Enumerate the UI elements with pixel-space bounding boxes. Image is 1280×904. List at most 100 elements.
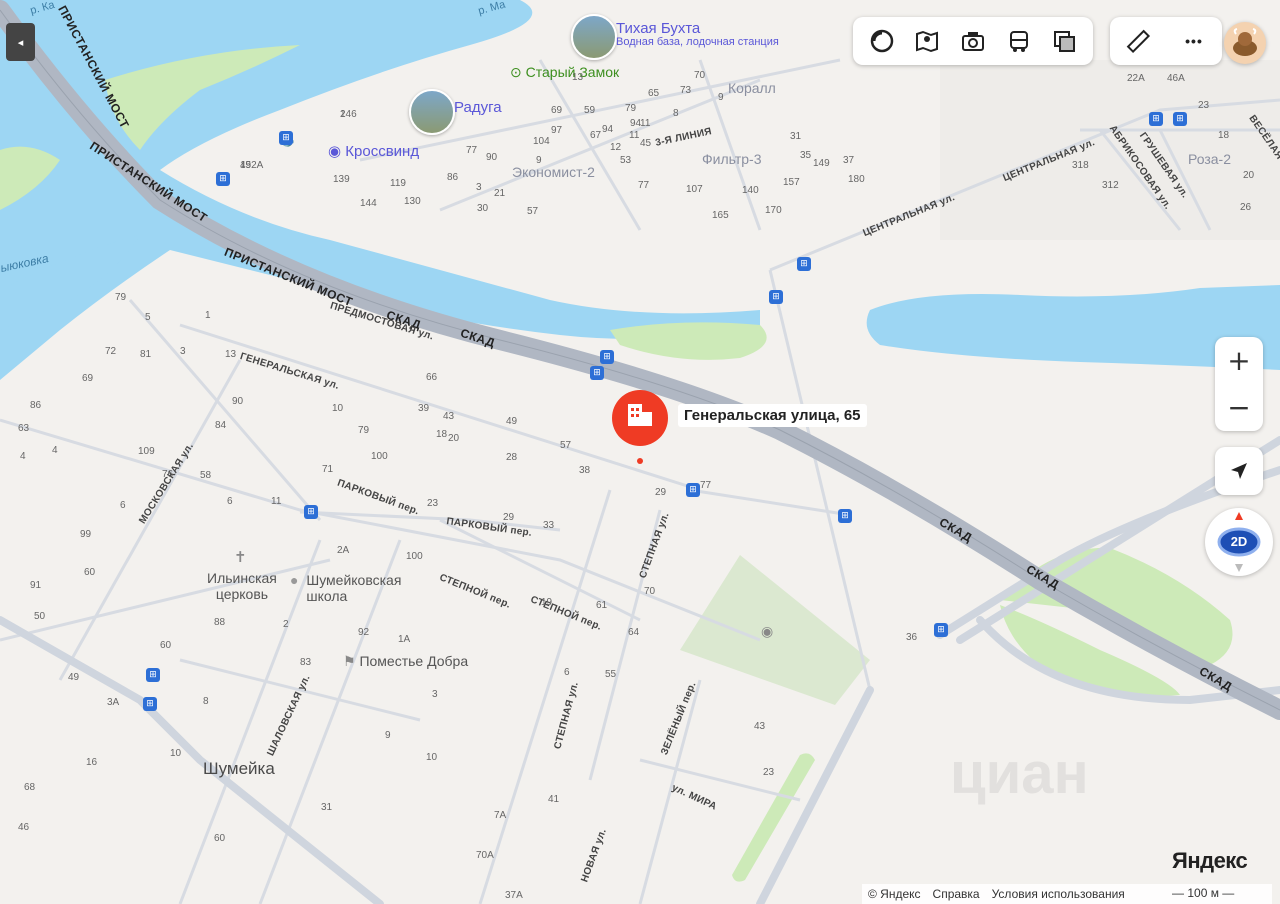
panorama-icon[interactable] xyxy=(958,26,988,56)
poi-school[interactable]: ● Шумейковская школа xyxy=(290,572,401,604)
house-number: 88 xyxy=(214,617,226,628)
house-number: 60 xyxy=(84,567,96,578)
house-number: 20 xyxy=(1243,170,1255,181)
poi-church[interactable]: Ильинская церковь xyxy=(207,570,277,602)
house-number: 90 xyxy=(486,152,498,163)
house-number: 170 xyxy=(765,205,782,216)
copyright-link[interactable]: © Яндекс xyxy=(868,887,921,901)
zoom-in-button[interactable]: + xyxy=(1215,337,1263,384)
map-mode-icon[interactable] xyxy=(912,26,942,56)
house-number: 86 xyxy=(30,400,42,411)
poi-krossvind[interactable]: ◉ Кроссвинд xyxy=(328,142,419,160)
bus-stop-icon[interactable]: ⊞ xyxy=(279,131,293,145)
bus-stop-icon[interactable]: ⊞ xyxy=(590,366,604,380)
house-number: 100 xyxy=(406,551,423,562)
house-number: 3 xyxy=(432,689,438,700)
house-number: 59 xyxy=(584,105,596,116)
bus-stop-icon[interactable]: ⊞ xyxy=(143,697,157,711)
district-label-roza2: Роза-2 xyxy=(1188,151,1232,167)
house-number: 180 xyxy=(848,174,865,185)
house-number: 19 xyxy=(541,597,553,608)
house-number: 6 xyxy=(227,496,233,507)
castle-icon: ⊙ xyxy=(510,64,526,80)
bus-stop-icon[interactable]: ⊞ xyxy=(838,509,852,523)
house-number: 149 xyxy=(813,158,830,169)
zoom-controls: + − xyxy=(1215,337,1263,431)
map-toolbar-secondary: ••• xyxy=(1110,17,1222,65)
house-number: 10 xyxy=(426,752,438,763)
house-number: 10 xyxy=(332,403,344,414)
layers-icon[interactable] xyxy=(867,26,897,56)
house-number: 9 xyxy=(536,155,542,166)
bus-stop-icon[interactable]: ⊞ xyxy=(934,623,948,637)
compass-control[interactable]: 2D xyxy=(1205,508,1273,576)
bus-stop-icon[interactable]: ⊞ xyxy=(797,257,811,271)
more-icon[interactable]: ••• xyxy=(1179,26,1209,56)
poi-pomestye-dobra[interactable]: ⚑ Поместье Добра xyxy=(343,653,468,670)
watermark: циан xyxy=(950,741,1089,806)
district-label-shumeyka: Шумейка xyxy=(203,759,275,778)
house-number: 6 xyxy=(120,500,126,511)
house-number: 13 xyxy=(572,72,584,83)
my-location-button[interactable] xyxy=(1215,447,1263,495)
bus-stop-icon[interactable]: ⊞ xyxy=(304,505,318,519)
bus-stop-icon[interactable]: ⊞ xyxy=(216,172,230,186)
house-number: 11 xyxy=(271,496,282,507)
bus-stop-icon[interactable]: ⊞ xyxy=(1173,112,1187,126)
house-number: 36 xyxy=(906,632,918,643)
poi-tikhaya-bukhta-subtitle: Водная база, лодочная станция xyxy=(616,36,779,48)
house-number: 76 xyxy=(162,469,174,480)
house-number: 67 xyxy=(590,130,602,141)
ruler-icon[interactable] xyxy=(1123,26,1153,56)
house-number: 119 xyxy=(390,178,406,189)
house-number: 55 xyxy=(605,669,617,680)
poi-tikhaya-bukhta[interactable]: Тихая Бухта xyxy=(616,20,700,37)
house-number: 22А xyxy=(1127,73,1145,84)
terms-link[interactable]: Условия использования xyxy=(992,887,1125,901)
zoom-out-button[interactable]: − xyxy=(1215,384,1263,431)
house-number: 18 xyxy=(1218,130,1230,141)
user-avatar[interactable] xyxy=(1224,22,1266,64)
house-number: 66 xyxy=(426,372,438,383)
house-number: 4 xyxy=(52,445,58,456)
house-number: 84 xyxy=(215,420,227,431)
yandex-logo[interactable]: Яндекс xyxy=(1172,848,1248,874)
house-number: 3A xyxy=(107,697,120,708)
house-number: 33 xyxy=(543,520,555,531)
poi-raduga[interactable]: Радуга xyxy=(454,99,502,116)
view-mode-label: 2D xyxy=(1230,534,1248,549)
house-number: 28 xyxy=(506,452,518,463)
house-number: 70A xyxy=(476,850,494,861)
poi-photo-raduga[interactable] xyxy=(409,89,455,135)
bus-stop-icon[interactable]: ⊞ xyxy=(686,483,700,497)
house-number: 49 xyxy=(240,160,252,171)
house-number: 11 xyxy=(629,130,640,141)
house-number: 2 xyxy=(283,619,289,630)
transport-icon[interactable] xyxy=(1004,26,1034,56)
house-number: 50 xyxy=(34,611,46,622)
house-number: 72 xyxy=(105,346,117,357)
marker-address-label[interactable]: Генеральская улица, 65 xyxy=(678,404,867,427)
house-number: 90 xyxy=(232,396,244,407)
bus-stop-icon[interactable]: ⊞ xyxy=(769,290,783,304)
house-number: 77 xyxy=(638,180,650,191)
help-link[interactable]: Справка xyxy=(933,887,980,901)
house-number: 5 xyxy=(145,312,151,323)
poi-pomestye-dobra-label: Поместье Добра xyxy=(359,653,469,669)
house-number: 23 xyxy=(1198,100,1210,111)
house-number: 77 xyxy=(700,480,712,491)
map-layers-icon[interactable] xyxy=(1049,26,1079,56)
bus-stop-icon[interactable]: ⊞ xyxy=(600,350,614,364)
house-number: 107 xyxy=(686,184,703,195)
bus-stop-icon[interactable]: ⊞ xyxy=(1149,112,1163,126)
poi-photo-tikhaya-bukhta[interactable] xyxy=(571,14,617,60)
map-toolbar xyxy=(853,17,1093,65)
collapse-panel-button[interactable]: ◂ xyxy=(6,23,35,61)
house-number: 81 xyxy=(140,349,152,360)
poi-church-line2: церковь xyxy=(215,586,269,602)
house-number: 3 xyxy=(180,346,186,357)
poi-stary-zamok[interactable]: ⊙ Старый Замок xyxy=(510,64,619,81)
house-number: 10 xyxy=(170,748,182,759)
bus-stop-icon[interactable]: ⊞ xyxy=(146,668,160,682)
school-icon: ● xyxy=(290,572,299,588)
